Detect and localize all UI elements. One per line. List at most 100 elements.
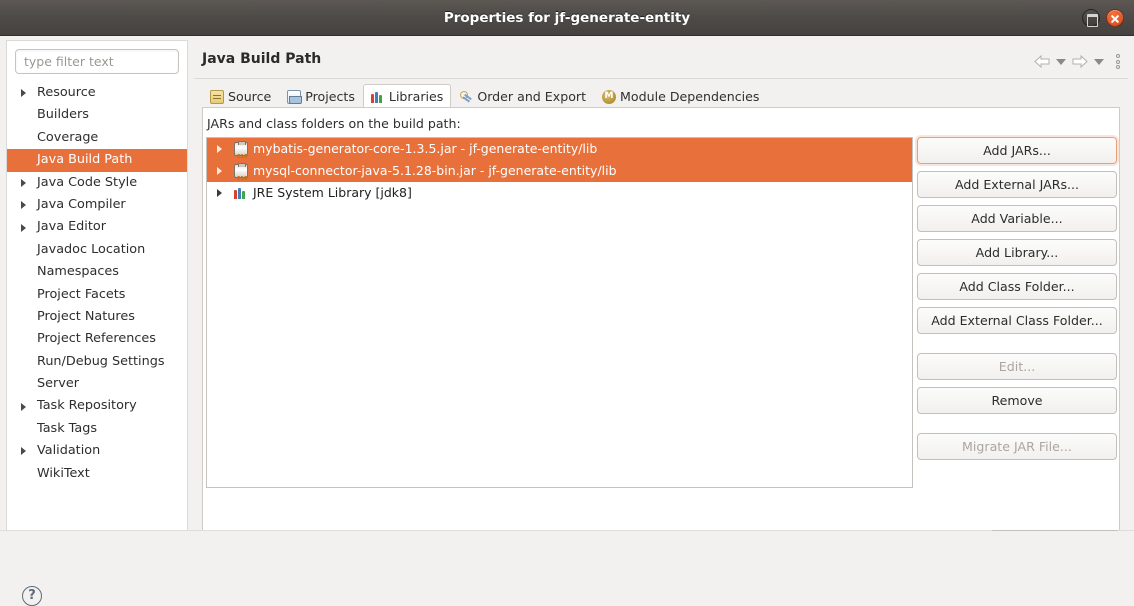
properties-dialog: Properties for jf-generate-entity Resour… <box>0 0 1134 606</box>
dialog-body: Resource Builders Coverage Java Build Path J… <box>0 36 1134 606</box>
table-row[interactable]: mysql-connector-java-5.1.28-bin.jar - jf… <box>207 160 912 190</box>
expand-triangle-icon[interactable] <box>217 189 222 197</box>
add-variable-button[interactable]: Add Variable... <box>917 205 1117 232</box>
add-external-class-folder-button[interactable]: Add External Class Folder... <box>917 307 1117 334</box>
list-item-label: mysql-connector-java-5.1.28-bin.jar - jf… <box>253 163 617 178</box>
sidebar-item-task-tags[interactable]: Task Tags <box>7 418 187 440</box>
libraries-tab-panel: JARs and class folders on the build path… <box>202 107 1120 531</box>
jar-icon <box>234 141 249 168</box>
sidebar-item-java-code-style[interactable]: Java Code Style <box>7 172 187 194</box>
settings-sidebar: Resource Builders Coverage Java Build Path J… <box>6 40 188 538</box>
list-item-label: JRE System Library [jdk8] <box>253 185 412 200</box>
tab-label: Libraries <box>388 89 444 104</box>
remove-button[interactable]: Remove <box>917 387 1117 414</box>
tab-projects[interactable]: Projects <box>279 84 363 108</box>
libraries-icon <box>370 90 385 104</box>
forward-arrow-icon[interactable] <box>1072 55 1088 68</box>
add-library-button[interactable]: Add Library... <box>917 239 1117 266</box>
tab-label: Projects <box>305 89 355 104</box>
sidebar-item-builders[interactable]: Builders <box>7 104 187 126</box>
close-window-button[interactable] <box>1106 9 1124 27</box>
projects-icon <box>287 89 303 104</box>
page-title: Java Build Path <box>202 51 322 67</box>
add-class-folder-button[interactable]: Add Class Folder... <box>917 273 1117 300</box>
back-arrow-icon[interactable] <box>1034 55 1050 68</box>
tab-source[interactable]: Source <box>202 84 279 108</box>
sidebar-item-wikitext[interactable]: WikiText <box>7 463 187 485</box>
dialog-footer: ? Cancel Apply and Close <box>0 531 1134 606</box>
tab-libraries[interactable]: Libraries <box>362 84 452 108</box>
help-question-icon[interactable]: ? <box>22 586 42 606</box>
library-action-buttons: Add JARs... Add External JARs... Add Varia… <box>917 137 1117 467</box>
jre-library-icon <box>234 186 248 200</box>
sidebar-item-label: Java Code Style <box>37 174 138 190</box>
sidebar-item-namespaces[interactable]: Namespaces <box>7 261 187 283</box>
table-row[interactable]: JRE System Library [jdk8] <box>207 182 912 204</box>
module-dependencies-icon <box>602 89 617 104</box>
sidebar-item-java-editor[interactable]: Java Editor <box>7 216 187 238</box>
sidebar-item-task-repository[interactable]: Task Repository <box>7 395 187 417</box>
tab-order-and-export[interactable]: Order and Export <box>451 84 594 108</box>
sidebar-item-label: Javadoc Location <box>37 241 146 257</box>
sidebar-item-project-facets[interactable]: Project Facets <box>7 284 187 306</box>
sidebar-item-run-debug-settings[interactable]: Run/Debug Settings <box>7 351 187 373</box>
sidebar-item-java-compiler[interactable]: Java Compiler <box>7 194 187 216</box>
expand-triangle-icon[interactable] <box>21 447 26 456</box>
build-path-list[interactable]: mybatis-generator-core-1.3.5.jar - jf-ge… <box>206 137 913 488</box>
sidebar-item-label: Namespaces <box>37 264 119 280</box>
filter-wrapper <box>7 41 187 78</box>
add-jars-button[interactable]: Add JARs... <box>917 137 1117 164</box>
jar-icon <box>234 163 249 190</box>
navigation-icons <box>1034 54 1120 69</box>
migrate-jar-file-button: Migrate JAR File... <box>917 433 1117 460</box>
sidebar-item-project-natures[interactable]: Project Natures <box>7 306 187 328</box>
expand-triangle-icon[interactable] <box>21 402 26 411</box>
sidebar-item-label: Project Facets <box>37 286 126 302</box>
sidebar-item-label: Server <box>37 376 79 392</box>
forward-history-chevron-down-icon[interactable] <box>1094 58 1104 65</box>
expand-triangle-icon[interactable] <box>21 201 26 210</box>
sidebar-item-java-build-path[interactable]: Java Build Path <box>7 149 187 172</box>
content-pane: Java Build Path Source Projects Librarie… <box>194 40 1128 538</box>
list-label: JARs and class folders on the build path… <box>207 116 461 131</box>
sidebar-item-label: Task Repository <box>37 398 137 414</box>
tab-module-dependencies[interactable]: Module Dependencies <box>594 84 767 108</box>
sidebar-item-validation[interactable]: Validation <box>7 440 187 462</box>
window-title: Properties for jf-generate-entity <box>443 10 691 26</box>
expand-triangle-icon[interactable] <box>21 178 26 187</box>
title-separator <box>194 78 1128 79</box>
expand-triangle-icon[interactable] <box>21 223 26 232</box>
sidebar-item-label: Resource <box>37 85 96 100</box>
tab-label: Order and Export <box>477 89 587 104</box>
sidebar-item-label: Run/Debug Settings <box>37 353 165 369</box>
sidebar-item-label: Java Editor <box>37 219 106 235</box>
sidebar-item-coverage[interactable]: Coverage <box>7 127 187 149</box>
sidebar-item-label: Validation <box>37 443 101 459</box>
expand-triangle-icon[interactable] <box>217 145 222 153</box>
table-row[interactable]: mybatis-generator-core-1.3.5.jar - jf-ge… <box>207 138 912 168</box>
vertical-dots-menu-icon[interactable] <box>1116 54 1120 69</box>
sidebar-item-label: Java Compiler <box>37 196 126 212</box>
edit-button: Edit... <box>917 353 1117 380</box>
expand-triangle-icon[interactable] <box>217 167 222 175</box>
window-titlebar: Properties for jf-generate-entity <box>0 0 1134 36</box>
maximize-window-button[interactable] <box>1082 9 1100 27</box>
sidebar-item-server[interactable]: Server <box>7 373 187 395</box>
add-external-jars-button[interactable]: Add External JARs... <box>917 171 1117 198</box>
sidebar-item-resource[interactable]: Resource <box>7 82 187 104</box>
sidebar-item-label: Java Build Path <box>37 152 133 168</box>
sidebar-item-label: Builders <box>37 107 89 123</box>
tab-label: Module Dependencies <box>620 89 760 104</box>
source-folder-icon <box>210 89 224 104</box>
filter-input[interactable] <box>15 49 179 74</box>
back-history-chevron-down-icon[interactable] <box>1056 58 1066 65</box>
order-and-export-icon <box>459 90 473 104</box>
tab-label: Source <box>228 89 272 104</box>
sidebar-item-label: Project Natures <box>37 308 135 324</box>
settings-tree: Resource Builders Coverage Java Build Path J… <box>7 82 187 485</box>
sidebar-item-label: Project References <box>37 331 156 347</box>
sidebar-item-javadoc-location[interactable]: Javadoc Location <box>7 239 187 261</box>
sidebar-item-label: WikiText <box>37 465 90 481</box>
expand-triangle-icon[interactable] <box>21 89 26 98</box>
sidebar-item-project-references[interactable]: Project References <box>7 328 187 350</box>
